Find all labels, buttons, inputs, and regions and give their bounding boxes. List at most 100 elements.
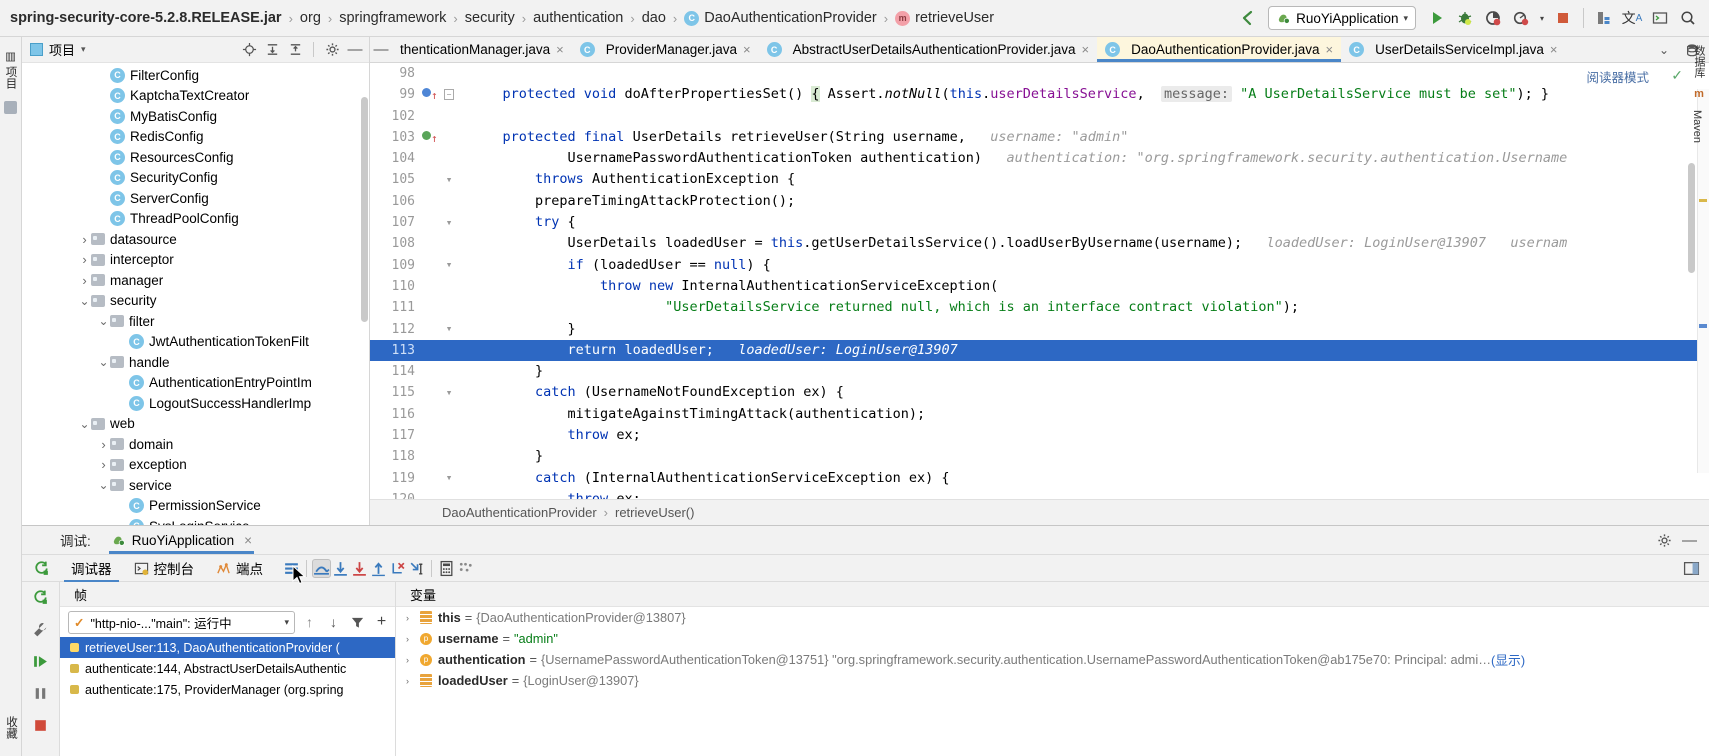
code-text[interactable]: return loadedUser; loadedUser: LoginUser…: [458, 340, 1709, 361]
breadcrumb-item[interactable]: springframework: [339, 10, 446, 26]
fold-marker[interactable]: ▾: [440, 169, 458, 191]
chevron-down-icon[interactable]: ⌄: [97, 478, 110, 492]
code-line[interactable]: 111 "UserDetailsService returned null, w…: [370, 297, 1709, 319]
settings-wrench-icon[interactable]: [31, 620, 50, 639]
code-line[interactable]: 114 }: [370, 361, 1709, 383]
frame-row[interactable]: retrieveUser:113, DaoAuthenticationProvi…: [60, 637, 395, 658]
frame-row[interactable]: authenticate:175, ProviderManager (org.s…: [60, 679, 395, 700]
sidebar-tab-project[interactable]: ▥ 项目: [0, 43, 22, 95]
code-line[interactable]: 103 ↑ protected final UserDetails retriev…: [370, 126, 1709, 149]
mute-breakpoints-icon[interactable]: [456, 559, 475, 578]
code-line[interactable]: 104 UsernamePasswordAuthenticationToken …: [370, 148, 1709, 170]
code-text[interactable]: throws AuthenticationException {: [458, 169, 1709, 190]
tree-node[interactable]: C KaptchaTextCreator: [22, 86, 369, 107]
line-number[interactable]: 102: [370, 105, 422, 127]
gear-icon[interactable]: [322, 40, 342, 60]
code-text[interactable]: throw ex;: [458, 489, 1709, 499]
project-structure-button[interactable]: [1591, 5, 1617, 31]
tree-node[interactable]: C PermissionService: [22, 496, 369, 517]
breadcrumb-item[interactable]: dao: [642, 10, 666, 26]
chevron-down-icon[interactable]: ▾: [81, 44, 86, 55]
tree-node[interactable]: C RedisConfig: [22, 127, 369, 148]
code-line[interactable]: 105 ▾ throws AuthenticationException {: [370, 169, 1709, 191]
line-number[interactable]: 118: [370, 446, 422, 468]
chevron-right-icon[interactable]: ›: [406, 634, 420, 644]
chevron-down-icon[interactable]: ⌄: [78, 294, 91, 308]
inspection-status-icon[interactable]: ✓: [1671, 67, 1683, 84]
tree-node[interactable]: ⌄ handle: [22, 352, 369, 373]
layout-settings-icon[interactable]: [1682, 559, 1701, 578]
line-number[interactable]: 98: [370, 63, 422, 85]
tree-node[interactable]: ⌄ filter: [22, 311, 369, 332]
code-line[interactable]: 106 prepareTimingAttackProtection();: [370, 190, 1709, 213]
run-to-cursor-icon[interactable]: [407, 559, 426, 578]
terminal-button[interactable]: [1647, 5, 1673, 31]
tree-node[interactable]: › domain: [22, 434, 369, 455]
project-tree-scrollbar[interactable]: [361, 97, 368, 322]
code-text[interactable]: prepareTimingAttackProtection();: [458, 191, 1709, 212]
tree-node[interactable]: C ResourcesConfig: [22, 147, 369, 168]
line-number[interactable]: 104: [370, 148, 422, 170]
variable-row[interactable]: › loadedUser = {LoginUser@13907}: [396, 670, 1709, 691]
code-text[interactable]: }: [458, 361, 1709, 382]
override-arrow-icon[interactable]: ↑: [431, 128, 438, 149]
code-text[interactable]: catch (InternalAuthenticationServiceExce…: [458, 468, 1709, 489]
chevron-down-icon[interactable]: ▾: [1403, 13, 1408, 24]
code-text[interactable]: }: [458, 446, 1709, 467]
run-button[interactable]: [1424, 5, 1450, 31]
gutter-marker[interactable]: ↑: [422, 127, 440, 148]
code-text[interactable]: UserDetails loadedUser = this.getUserDet…: [458, 233, 1709, 254]
editor-scrollbar[interactable]: [1688, 163, 1695, 273]
breakpoint-verified-icon[interactable]: [422, 130, 431, 140]
line-number[interactable]: 117: [370, 425, 422, 447]
tree-node[interactable]: C LogoutSuccessHandlerImp: [22, 393, 369, 414]
chevron-down-icon[interactable]: ▾: [284, 617, 289, 628]
tree-node[interactable]: › datasource: [22, 229, 369, 250]
rerun-button[interactable]: [22, 560, 60, 577]
profile-dropdown-icon[interactable]: ▾: [1536, 5, 1548, 31]
tree-node[interactable]: C ServerConfig: [22, 188, 369, 209]
breadcrumb-item[interactable]: m retrieveUser: [895, 10, 994, 26]
code-text[interactable]: protected void doAfterPropertiesSet() { …: [458, 84, 1709, 105]
collapse-all-icon[interactable]: [285, 40, 305, 60]
line-number[interactable]: 107: [370, 212, 422, 234]
code-text[interactable]: catch (UsernameNotFoundException ex) {: [458, 382, 1709, 403]
code-line[interactable]: 120 throw ex;: [370, 488, 1709, 499]
fold-marker[interactable]: ▾: [440, 254, 458, 276]
line-number[interactable]: 120: [370, 488, 422, 499]
chevron-right-icon[interactable]: ›: [406, 676, 420, 686]
close-icon[interactable]: ×: [244, 533, 252, 548]
code-line[interactable]: 115 ▾ catch (UsernameNotFoundException ex…: [370, 382, 1709, 404]
editor-tab[interactable]: C ProviderManager.java ×: [571, 37, 759, 62]
tab-debugger[interactable]: 调试器: [60, 554, 123, 582]
code-text[interactable]: throw new InternalAuthenticationServiceE…: [458, 276, 1709, 297]
tree-node[interactable]: › interceptor: [22, 250, 369, 271]
code-line[interactable]: 116 mitigateAgainstTimingAttack(authenti…: [370, 403, 1709, 426]
debug-session-tab[interactable]: RuoYiApplication ×: [103, 526, 260, 554]
code-line[interactable]: 117 throw ex;: [370, 425, 1709, 447]
chevron-right-icon[interactable]: ›: [406, 613, 420, 623]
tree-node[interactable]: C SecurityConfig: [22, 168, 369, 189]
filter-icon[interactable]: [348, 613, 367, 632]
show-execution-point-icon[interactable]: [282, 559, 301, 578]
chevron-right-icon[interactable]: ›: [97, 457, 110, 472]
debug-button[interactable]: [1452, 5, 1478, 31]
hide-tabs-icon[interactable]: —: [370, 37, 392, 62]
show-value-link[interactable]: (显示): [1491, 650, 1525, 669]
thread-selector[interactable]: ✓ "http-nio-..."main": 运行中 ▾: [68, 610, 295, 634]
profile-button[interactable]: [1508, 5, 1534, 31]
back-arrow-icon[interactable]: [1234, 5, 1260, 31]
maven-tab[interactable]: Maven: [1689, 105, 1705, 148]
resume-program-icon[interactable]: [31, 652, 50, 671]
frame-down-icon[interactable]: ↓: [324, 613, 343, 632]
evaluate-expression-icon[interactable]: [437, 559, 456, 578]
close-icon[interactable]: ×: [1550, 42, 1558, 57]
structure-folder-icon[interactable]: [4, 101, 17, 114]
variable-row[interactable]: › p username = "admin": [396, 628, 1709, 649]
breadcrumb-item[interactable]: org: [300, 10, 321, 26]
chevron-down-icon[interactable]: ⌄: [97, 314, 110, 328]
tree-node[interactable]: › exception: [22, 455, 369, 476]
stripe-mark-current[interactable]: [1699, 324, 1707, 328]
database-tab[interactable]: 数据库: [1689, 40, 1709, 83]
line-number[interactable]: 119: [370, 467, 422, 489]
